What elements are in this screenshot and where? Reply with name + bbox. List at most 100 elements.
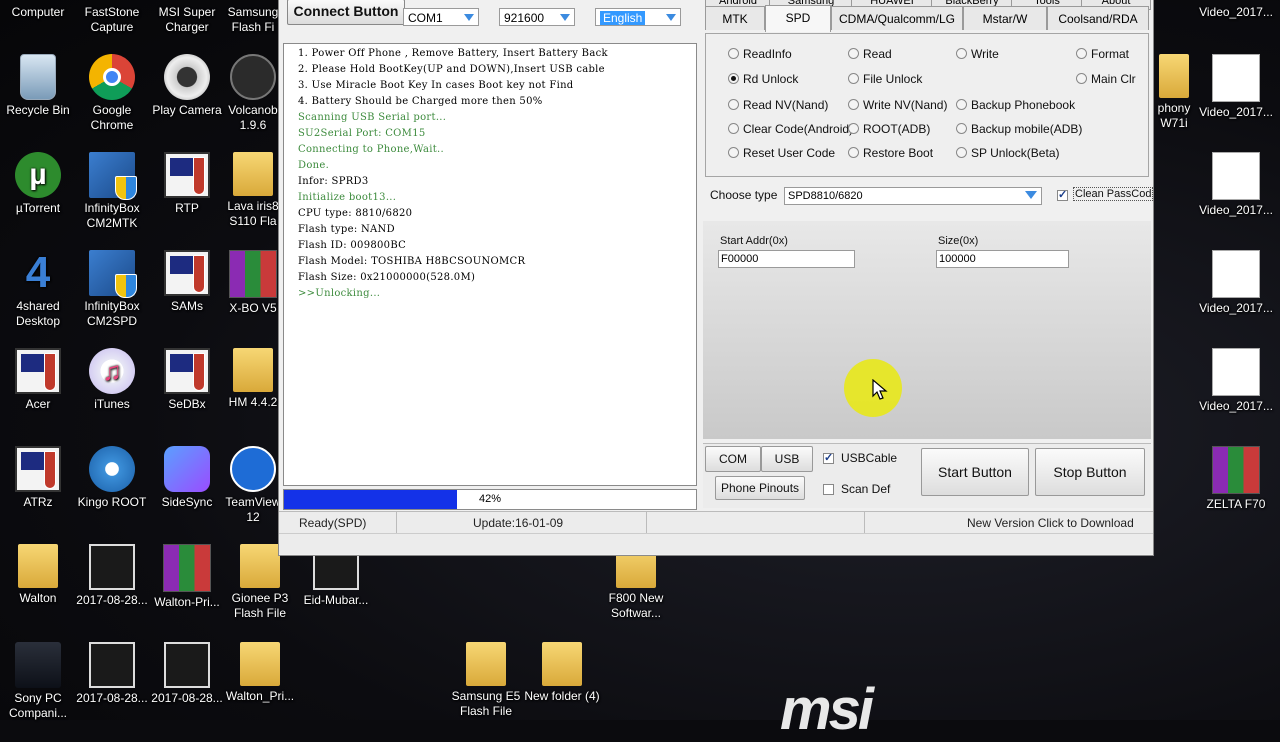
desktop-icon-recycle-bin[interactable]: Recycle Bin — [0, 54, 76, 118]
desktop-icon-chrome[interactable]: Google Chrome — [74, 54, 150, 133]
desktop-icon-xbo[interactable]: X-BO V5 — [222, 250, 284, 316]
folder-icon — [240, 544, 280, 588]
desktop-icon-samsung-flash[interactable]: Samsung Flash Fi — [222, 5, 284, 35]
desktop-icon-kingo[interactable]: Kingo ROOT — [74, 446, 150, 510]
platform-tabs: Android Samsung HUAWEI BlackBerry Tools … — [705, 0, 1151, 32]
operation-radio[interactable]: Restore Boot — [848, 146, 958, 160]
status-bar-secondary — [279, 533, 1153, 554]
desktop-icon-acer[interactable]: Acer — [0, 348, 76, 412]
desktop-icon-walton-pri-folder[interactable]: Walton_Pri... — [222, 642, 298, 704]
desktop-icon-screenshot-3[interactable]: 2017-08-28... — [149, 642, 225, 706]
operation-radio[interactable]: Clear Code(Android) — [728, 122, 853, 136]
desktop-icon-phony[interactable]: phony W71i — [1150, 54, 1198, 131]
desktop-icon-cm2spd[interactable]: InfinityBox CM2SPD — [74, 250, 150, 329]
operation-label: Read NV(Nand) — [743, 98, 829, 112]
desktop-icon-cm2mtk[interactable]: InfinityBox CM2MTK — [74, 152, 150, 231]
operation-radio[interactable]: Rd Unlock — [728, 72, 838, 86]
desktop-icon-sony[interactable]: Sony PC Compani... — [0, 642, 76, 721]
tab-cdma-qualcomm-lg[interactable]: CDMA/Qualcomm/LG — [831, 6, 963, 30]
desktop-icon-sidesync[interactable]: SideSync — [149, 446, 225, 510]
usbcable-checkbox[interactable] — [823, 451, 834, 464]
desktop-icon-new-folder[interactable]: New folder (4) — [524, 642, 600, 704]
operation-radio[interactable]: ROOT(ADB) — [848, 122, 958, 136]
radio-dot-icon — [956, 99, 967, 110]
operation-label: Backup Phonebook — [971, 98, 1076, 112]
radio-dot-icon — [956, 147, 967, 158]
tab-spd[interactable]: SPD — [765, 5, 831, 32]
clean-passcode-checkbox[interactable] — [1057, 188, 1068, 201]
status-bar: Ready(SPD) Update:16-01-09 New Version C… — [279, 511, 1153, 534]
desktop-icon-msi-charger[interactable]: MSI Super Charger — [149, 5, 225, 35]
stop-button[interactable]: Stop Button — [1035, 448, 1145, 496]
log-line: >>Unlocking... — [298, 288, 381, 299]
usb-scan-button[interactable]: USB Scan — [761, 446, 813, 490]
desktop-icon-itunes[interactable]: ♫ iTunes — [74, 348, 150, 412]
connect-button[interactable]: Connect Button — [287, 0, 405, 25]
folder-icon — [18, 544, 58, 588]
start-addr-input[interactable]: F00000 — [718, 250, 855, 268]
desktop-icon-label: TeamView 12 — [225, 495, 281, 524]
recycle-bin-icon — [20, 54, 56, 100]
new-version-link[interactable]: New Version Click to Download — [865, 512, 1153, 534]
desktop-icon-zelta[interactable]: ZELTA F70 — [1198, 446, 1274, 512]
tab-mtk[interactable]: MTK — [705, 6, 765, 30]
start-button[interactable]: Start Button — [921, 448, 1029, 496]
desktop-icon-video-1[interactable]: Video_2017... — [1198, 5, 1274, 20]
desktop-icon-sedbx[interactable]: SeDBx — [149, 348, 225, 412]
operation-radio[interactable]: Read — [848, 47, 958, 61]
desktop-icon-sams[interactable]: SAMs — [149, 250, 225, 314]
choose-type-select[interactable]: SPD8810/6820 — [784, 187, 1042, 205]
4shared-icon: 4 — [25, 248, 51, 297]
desktop-icon-label: Computer — [11, 5, 65, 19]
desktop-icon-volcano[interactable]: Volcanob 1.9.6 — [222, 54, 284, 133]
desktop-icon-video-5[interactable]: Video_2017... — [1198, 348, 1274, 414]
desktop-icon-atrz[interactable]: ATRz — [0, 446, 76, 510]
desktop-icon-video-2[interactable]: Video_2017... — [1198, 54, 1274, 120]
tab-mstar[interactable]: Mstar/W — [963, 6, 1047, 30]
operation-radio[interactable]: File Unlock — [848, 72, 958, 86]
desktop-icon-samsung-e5[interactable]: Samsung E5 Flash File — [448, 642, 524, 719]
desktop-icon-walton[interactable]: Walton — [0, 544, 76, 606]
desktop-icon-hm442[interactable]: HM 4.4.2 — [222, 348, 284, 410]
desktop-icon-label: Video_2017... — [1199, 105, 1273, 119]
operation-radio[interactable]: Backup mobile(ADB) — [956, 122, 1082, 136]
desktop-icon-play-camera[interactable]: Play Camera — [149, 54, 225, 118]
operation-radio[interactable]: Read NV(Nand) — [728, 98, 838, 112]
scan-def-checkbox[interactable] — [823, 484, 834, 495]
log-output[interactable]: 1. Power Off Phone , Remove Battery, Ins… — [283, 43, 697, 486]
desktop-icon-video-4[interactable]: Video_2017... — [1198, 250, 1274, 316]
desktop-icon-video-3[interactable]: Video_2017... — [1198, 152, 1274, 218]
desktop-icon-faststone[interactable]: FastStone Capture — [74, 5, 150, 35]
com-scan-button[interactable]: COM Scan — [705, 446, 761, 490]
desktop-icon-walton-pri-rar[interactable]: Walton-Pri... — [149, 544, 225, 610]
operation-label: SP Unlock(Beta) — [971, 146, 1060, 160]
operation-radio[interactable]: Backup Phonebook — [956, 98, 1075, 112]
operation-radio[interactable]: Main Clr — [1076, 72, 1186, 86]
desktop-icon-4shared[interactable]: 4 4shared Desktop — [0, 250, 76, 329]
sidesync-icon — [164, 446, 210, 492]
operation-radio[interactable]: ReadInfo — [728, 47, 838, 61]
desktop-icon-screenshot-2[interactable]: 2017-08-28... — [74, 642, 150, 706]
operation-radio[interactable]: Format — [1076, 47, 1186, 61]
desktop-icon-rtp[interactable]: RTP — [149, 152, 225, 216]
desktop-icon-label: ZELTA F70 — [1206, 497, 1266, 511]
desktop-icon-label: Play Camera — [152, 103, 222, 117]
operation-radio[interactable]: Write NV(Nand) — [848, 98, 958, 112]
desktop-icon-lava[interactable]: Lava iris8 S110 Fla — [222, 152, 284, 229]
desktop-icon-screenshot-1[interactable]: 2017-08-28... — [74, 544, 150, 608]
tab-coolsand-rda[interactable]: Coolsand/RDA — [1047, 6, 1149, 30]
phone-pinouts-button[interactable]: Phone Pinouts — [715, 476, 805, 500]
operation-radio[interactable]: SP Unlock(Beta) — [956, 146, 1066, 160]
baud-select[interactable]: 921600 — [499, 8, 575, 26]
operation-radio[interactable]: Reset User Code — [728, 146, 838, 160]
desktop-icon-computer[interactable]: Computer — [0, 5, 76, 20]
desktop-icon-teamviewer[interactable]: TeamView 12 — [222, 446, 284, 525]
desktop-icon-utorrent[interactable]: µ µTorrent — [0, 152, 76, 216]
operation-radio[interactable]: Write — [956, 47, 1066, 61]
status-update: Update:16-01-09 — [397, 512, 647, 534]
port-select[interactable]: COM1 — [403, 8, 479, 26]
language-select[interactable]: English — [595, 8, 681, 26]
radio-dot-icon — [956, 48, 967, 59]
rtp-icon — [164, 152, 210, 198]
size-input[interactable]: 100000 — [936, 250, 1069, 268]
